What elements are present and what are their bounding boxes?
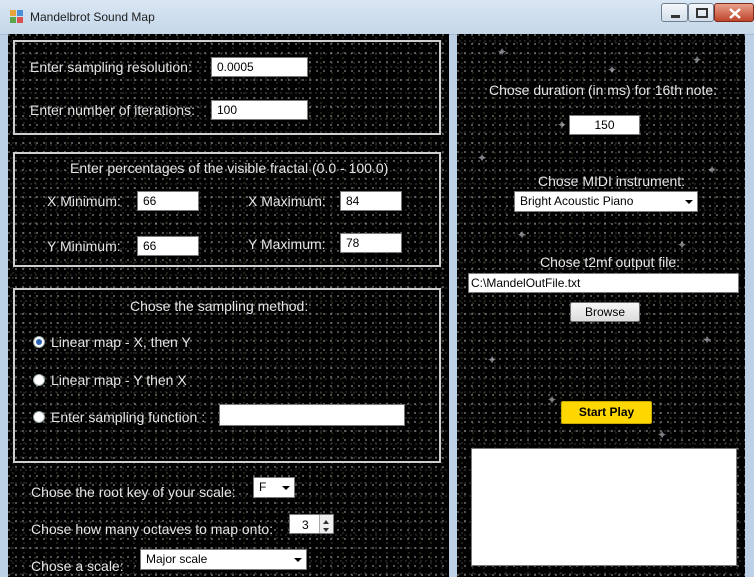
octaves-value: 3	[302, 518, 309, 532]
chevron-down-icon	[294, 558, 302, 562]
percentages-heading: Enter percentages of the visible fractal…	[70, 160, 389, 176]
star-decoration: ✦	[677, 238, 688, 252]
radio-linear-xy[interactable]	[33, 336, 45, 348]
chevron-down-icon	[282, 486, 290, 490]
stepper-up-icon[interactable]	[320, 515, 333, 524]
radio-sampling-function[interactable]	[33, 411, 45, 423]
star-decoration: ✦	[517, 228, 528, 242]
iterations-label: Enter number of iterations:	[30, 102, 195, 118]
y-min-input[interactable]: 66	[137, 236, 199, 256]
output-file-input[interactable]: C:\MandelOutFile.txt	[468, 273, 739, 293]
resolution-label: Enter sampling resolution:	[30, 59, 192, 75]
option-linear-xy-label[interactable]: Linear map - X, then Y	[51, 334, 191, 350]
scale-label: Chose a scale:	[31, 558, 124, 574]
percentages-panel: Enter percentages of the visible fractal…	[13, 152, 441, 267]
sampling-panel: Enter sampling resolution: 0.0005 Enter …	[13, 40, 441, 135]
scale-select[interactable]: Major scale	[140, 549, 307, 570]
instrument-value: Bright Acoustic Piano	[520, 194, 634, 208]
star-decoration: ✦	[497, 45, 508, 59]
option-linear-yx-label[interactable]: Linear map - Y then X	[51, 372, 187, 388]
minimize-button[interactable]	[661, 3, 688, 22]
x-max-label: X Maximum:	[248, 193, 326, 209]
star-decoration: ✦	[477, 151, 488, 165]
duration-label: Chose duration (in ms) for 16th note:	[489, 82, 718, 98]
instrument-label: Chose MIDI instrument:	[538, 173, 686, 189]
radio-linear-yx[interactable]	[33, 374, 45, 386]
output-label: Chose t2mf output file:	[540, 254, 681, 270]
close-icon	[729, 8, 741, 19]
maximize-icon	[696, 8, 708, 18]
left-pane: Enter sampling resolution: 0.0005 Enter …	[8, 34, 449, 577]
star-decoration: ✦	[557, 118, 568, 132]
scale-value: Major scale	[146, 552, 208, 566]
browse-button[interactable]: Browse	[570, 302, 640, 322]
root-key-select[interactable]: F	[253, 477, 295, 498]
minimize-icon	[671, 15, 680, 18]
right-pane: ✦ ✦ ✦ ✦ ✦ ✦ ✦ ✦ ✦ ✦ ✦ ✦ ✦ Chose duration…	[457, 34, 745, 577]
option-sampling-function-label[interactable]: Enter sampling function :	[51, 409, 205, 425]
duration-input[interactable]: 150	[569, 115, 640, 135]
y-min-label: Y Minimum:	[47, 238, 121, 254]
root-key-label: Chose the root key of your scale:	[31, 484, 236, 500]
iterations-input[interactable]: 100	[211, 100, 308, 120]
stepper-buttons[interactable]	[319, 515, 333, 533]
star-decoration: ✦	[702, 333, 713, 347]
start-play-button[interactable]: Start Play	[561, 401, 652, 424]
x-min-label: X Minimum:	[47, 193, 121, 209]
x-max-input[interactable]: 84	[340, 191, 402, 211]
y-max-label: Y Maximum:	[248, 236, 326, 252]
main-window: Mandelbrot Sound Map Enter sampling reso…	[0, 0, 754, 577]
output-log-textarea[interactable]	[471, 448, 737, 566]
window-title: Mandelbrot Sound Map	[30, 10, 155, 24]
x-min-input[interactable]: 66	[137, 191, 199, 211]
sampling-function-input[interactable]	[219, 404, 405, 426]
root-key-value: F	[259, 480, 267, 494]
octaves-label: Chose how many octaves to map onto:	[31, 521, 274, 537]
client-area: Enter sampling resolution: 0.0005 Enter …	[8, 34, 745, 577]
y-max-input[interactable]: 78	[340, 233, 402, 253]
method-heading: Chose the sampling method:	[130, 298, 309, 314]
app-icon	[10, 10, 23, 23]
star-decoration: ✦	[547, 393, 558, 407]
star-decoration: ✦	[487, 353, 498, 367]
resolution-input[interactable]: 0.0005	[211, 57, 308, 77]
instrument-select[interactable]: Bright Acoustic Piano	[514, 191, 698, 212]
maximize-button[interactable]	[688, 3, 714, 22]
chevron-down-icon	[685, 200, 693, 204]
octaves-stepper[interactable]: 3	[289, 514, 334, 534]
stepper-down-icon[interactable]	[320, 524, 333, 533]
star-decoration: ✦	[607, 63, 618, 77]
close-button[interactable]	[714, 3, 754, 22]
star-decoration: ✦	[707, 163, 718, 177]
title-bar: Mandelbrot Sound Map	[0, 0, 754, 35]
method-panel: Chose the sampling method: Linear map - …	[13, 288, 441, 463]
star-decoration: ✦	[657, 428, 668, 442]
star-decoration: ✦	[692, 53, 703, 67]
